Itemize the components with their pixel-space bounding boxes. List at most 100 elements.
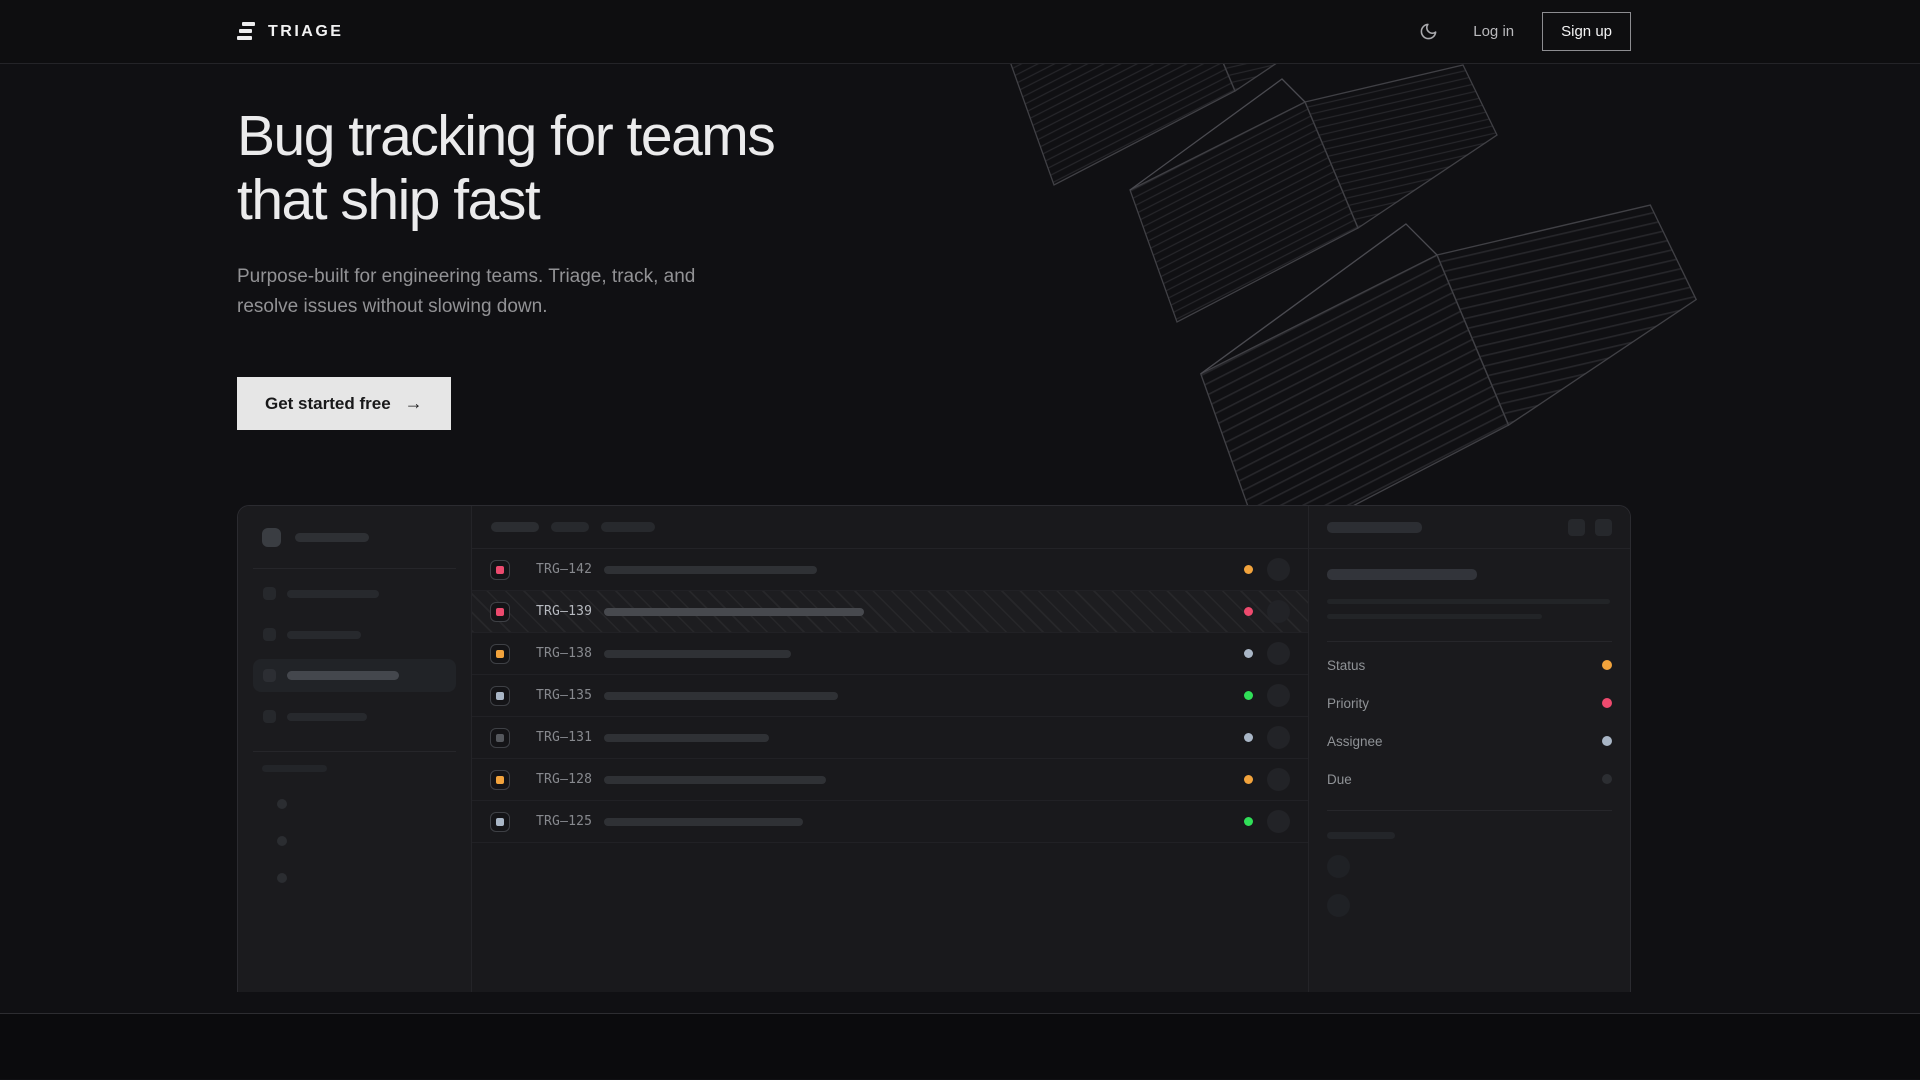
- navbar: TRIAGE Log in Sign up: [0, 0, 1920, 64]
- theme-toggle-button[interactable]: [1411, 15, 1445, 49]
- sidebar-item-skeleton: [287, 671, 399, 680]
- tab-skeleton[interactable]: [551, 522, 589, 532]
- issue-id: TRG–128: [536, 772, 602, 787]
- nav-actions: Log in Sign up: [1411, 12, 1631, 51]
- issue-type-icon: [490, 560, 510, 580]
- sidebar-item[interactable]: [253, 618, 456, 651]
- detail-field[interactable]: Priority: [1327, 684, 1612, 722]
- brand[interactable]: TRIAGE: [237, 22, 343, 41]
- hero-title-line2: that ship fast: [237, 168, 539, 232]
- issue-title-skeleton: [604, 650, 791, 658]
- sidebar-item-icon: [263, 587, 276, 600]
- issue-row[interactable]: TRG–142: [472, 549, 1308, 591]
- issue-row[interactable]: TRG–138: [472, 633, 1308, 675]
- sidebar-item-skeleton: [287, 631, 361, 639]
- issue-type-icon: [490, 686, 510, 706]
- field-value-dot: [1602, 698, 1612, 708]
- assignee-avatar[interactable]: [1267, 810, 1290, 833]
- issue-type-icon: [490, 644, 510, 664]
- hero-title-line1: Bug tracking for teams: [237, 104, 774, 168]
- detail-title-skeleton: [1327, 522, 1422, 533]
- field-label: Status: [1327, 658, 1365, 673]
- avatar: [1327, 855, 1350, 878]
- assignee-avatar[interactable]: [1267, 726, 1290, 749]
- field-value-dot: [1602, 736, 1612, 746]
- issue-title-skeleton: [604, 734, 769, 742]
- sidebar-item[interactable]: [253, 577, 456, 610]
- arrow-right-icon: →: [405, 393, 423, 414]
- issue-id: TRG–125: [536, 814, 602, 829]
- section-label-skeleton: [262, 765, 327, 772]
- hero-section: Bug tracking for teams that ship fast Pu…: [0, 64, 1920, 1014]
- get-started-label: Get started free: [265, 394, 391, 414]
- get-started-button[interactable]: Get started free →: [237, 377, 451, 430]
- issue-title-skeleton: [604, 692, 838, 700]
- assignee-avatar[interactable]: [1267, 600, 1290, 623]
- sidebar-item-active[interactable]: [253, 659, 456, 692]
- status-dot: [1244, 565, 1253, 574]
- description-skeleton: [1327, 599, 1610, 604]
- detail-fields: Status Priority Assignee Due: [1327, 646, 1612, 798]
- moon-icon: [1419, 22, 1438, 41]
- workspace-icon: [262, 528, 281, 547]
- detail-header: [1309, 506, 1630, 549]
- field-value-dot: [1602, 774, 1612, 784]
- issue-id: TRG–135: [536, 688, 602, 703]
- panel-action-button[interactable]: [1568, 519, 1585, 536]
- sidebar-item-icon: [263, 710, 276, 723]
- field-label: Priority: [1327, 696, 1369, 711]
- panel-action-button[interactable]: [1595, 519, 1612, 536]
- divider: [253, 568, 456, 569]
- sidebar-bullet: [277, 836, 287, 846]
- login-link[interactable]: Log in: [1473, 23, 1514, 40]
- status-dot: [1244, 691, 1253, 700]
- detail-field[interactable]: Status: [1327, 646, 1612, 684]
- status-dot: [1244, 649, 1253, 658]
- app-preview-card: TRG–142 TRG–139 TRG–138 TRG–135: [237, 505, 1631, 992]
- sidebar-item[interactable]: [253, 700, 456, 733]
- sidebar-item-icon: [263, 669, 276, 682]
- issue-title-skeleton: [604, 776, 826, 784]
- issue-rows: TRG–142 TRG–139 TRG–138 TRG–135: [472, 549, 1308, 843]
- hero-subtitle: Purpose-built for engineering teams. Tri…: [237, 262, 717, 322]
- issue-type-icon: [490, 770, 510, 790]
- field-label: Assignee: [1327, 734, 1383, 749]
- issue-id: TRG–142: [536, 562, 602, 577]
- workspace-name-skeleton: [295, 533, 369, 542]
- sidebar-section-header: [253, 765, 456, 772]
- issue-row[interactable]: TRG–128: [472, 759, 1308, 801]
- issue-title-skeleton: [604, 818, 803, 826]
- issue-row[interactable]: TRG–125: [472, 801, 1308, 843]
- sidebar-bullet: [277, 873, 287, 883]
- assignee-avatar[interactable]: [1267, 684, 1290, 707]
- issue-row[interactable]: TRG–135: [472, 675, 1308, 717]
- issue-title-skeleton: [604, 566, 817, 574]
- assignee-avatar[interactable]: [1267, 768, 1290, 791]
- detail-field[interactable]: Due: [1327, 760, 1612, 798]
- signup-button[interactable]: Sign up: [1542, 12, 1631, 51]
- assignee-avatar[interactable]: [1267, 642, 1290, 665]
- tab-skeleton[interactable]: [601, 522, 655, 532]
- status-dot: [1244, 817, 1253, 826]
- avatar: [1327, 894, 1350, 917]
- field-value-dot: [1602, 660, 1612, 670]
- issue-row[interactable]: TRG–139: [472, 591, 1308, 633]
- assignee-avatar[interactable]: [1267, 558, 1290, 581]
- issue-list-panel: TRG–142 TRG–139 TRG–138 TRG–135: [472, 506, 1308, 992]
- workspace-switcher[interactable]: [253, 506, 456, 547]
- sidebar-bullet: [277, 799, 287, 809]
- divider: [1327, 810, 1612, 811]
- issue-id: TRG–139: [536, 604, 602, 619]
- issue-type-icon: [490, 728, 510, 748]
- detail-field[interactable]: Assignee: [1327, 722, 1612, 760]
- issue-type-icon: [490, 812, 510, 832]
- preview-sidebar: [238, 506, 472, 992]
- tab-skeleton[interactable]: [491, 522, 539, 532]
- activity-label-skeleton: [1327, 832, 1395, 839]
- status-dot: [1244, 733, 1253, 742]
- divider: [253, 751, 456, 752]
- brand-name: TRIAGE: [268, 23, 343, 41]
- issue-row[interactable]: TRG–131: [472, 717, 1308, 759]
- triage-logo-icon: [237, 22, 256, 41]
- issue-title-skeleton: [1327, 569, 1477, 580]
